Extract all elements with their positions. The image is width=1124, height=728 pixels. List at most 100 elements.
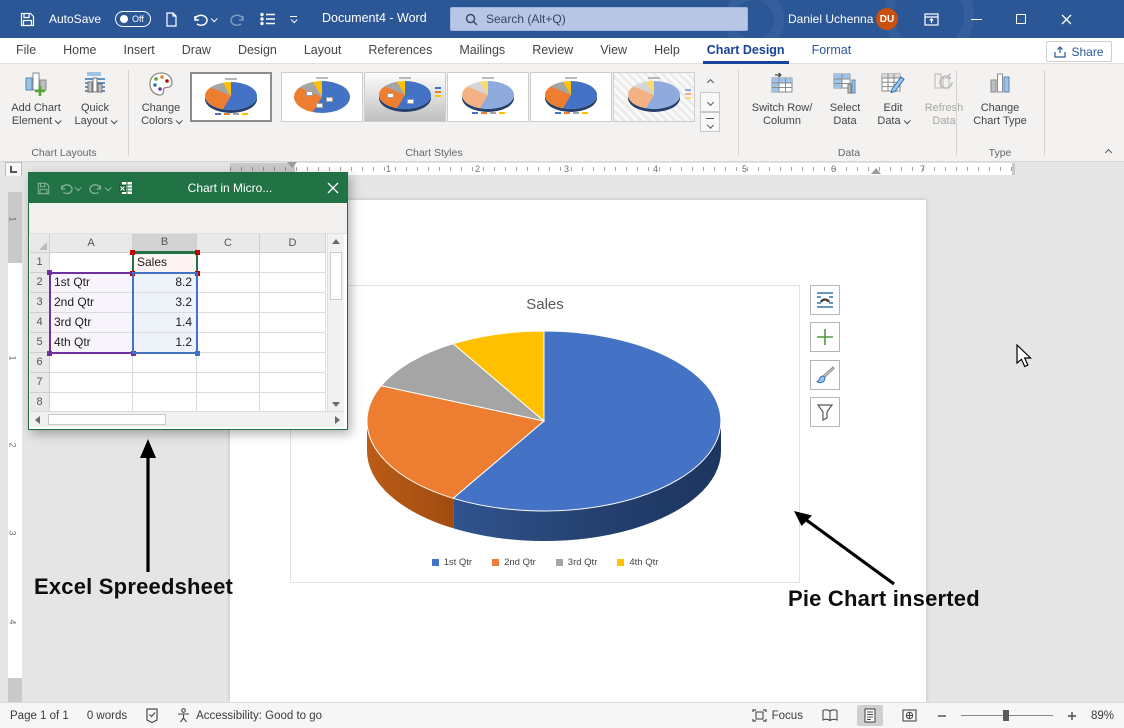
zoom-percentage[interactable]: 89% (1091, 710, 1114, 722)
excel-horizontal-scrollbar[interactable] (30, 411, 344, 427)
tab-insert[interactable]: Insert (124, 38, 155, 64)
chart-style-4-thumbnail[interactable] (447, 72, 529, 122)
cell-D5[interactable] (260, 333, 326, 353)
tab-design[interactable]: Design (238, 38, 277, 64)
cell-B4[interactable]: 1.4 (133, 313, 197, 333)
excel-close-icon[interactable] (327, 182, 339, 194)
excel-vertical-scrollbar[interactable] (327, 234, 344, 411)
column-header-c[interactable]: C (197, 234, 260, 253)
add-chart-element-button[interactable]: Add Chart Element (6, 68, 66, 146)
chart-style-3-thumbnail[interactable] (364, 72, 446, 122)
cell-B8[interactable] (133, 393, 197, 411)
chart-style-2-thumbnail[interactable] (281, 72, 363, 122)
row-header[interactable]: 3 (30, 293, 50, 313)
cell-D2[interactable] (260, 273, 326, 293)
tab-format[interactable]: Format (812, 38, 852, 64)
cell-D1[interactable] (260, 253, 326, 273)
cell-C4[interactable] (197, 313, 260, 333)
customize-qat-button[interactable] (290, 16, 297, 23)
maximize-button[interactable] (1000, 0, 1042, 38)
cell-B3[interactable]: 3.2 (133, 293, 197, 313)
chart-style-5-thumbnail[interactable] (530, 72, 612, 122)
undo-button[interactable] (192, 12, 216, 27)
cell-C2[interactable] (197, 273, 260, 293)
excel-grid[interactable]: 1 Sales 2 1st Qtr 8.2 3 2nd Qtr 3.2 4 3r… (30, 253, 327, 411)
save-icon[interactable] (20, 12, 35, 27)
select-all-corner[interactable] (30, 234, 50, 253)
bullet-list-icon[interactable] (260, 12, 276, 26)
tab-help[interactable]: Help (654, 38, 680, 64)
cell-B6[interactable] (133, 353, 197, 373)
cell-D8[interactable] (260, 393, 326, 411)
cell-A5[interactable]: 4th Qtr (50, 333, 133, 353)
cell-D3[interactable] (260, 293, 326, 313)
cell-D6[interactable] (260, 353, 326, 373)
close-button[interactable] (1045, 0, 1087, 38)
share-button[interactable]: Share (1046, 41, 1112, 62)
cell-C3[interactable] (197, 293, 260, 313)
tab-mailings[interactable]: Mailings (459, 38, 505, 64)
chart-elements-button[interactable] (810, 322, 840, 352)
cell-B5[interactable]: 1.2 (133, 333, 197, 353)
excel-title-bar[interactable]: Chart in Micro... (29, 173, 347, 203)
ribbon-display-options-button[interactable] (910, 0, 952, 38)
change-chart-type-button[interactable]: Change Chart Type (962, 68, 1038, 146)
tab-view[interactable]: View (600, 38, 627, 64)
cell-C8[interactable] (197, 393, 260, 411)
cell-D7[interactable] (260, 373, 326, 393)
chart-object[interactable]: Sales 1st Qtr 2nd Qtr 3rd Qtr 4th Qtr (290, 285, 800, 583)
chart-styles-button[interactable] (810, 360, 840, 390)
cell-A6[interactable] (50, 353, 133, 373)
chart-filters-button[interactable] (810, 397, 840, 427)
column-header-a[interactable]: A (50, 234, 133, 253)
row-header[interactable]: 8 (30, 393, 50, 411)
scrollbar-thumb[interactable] (330, 252, 342, 300)
column-header-d[interactable]: D (260, 234, 326, 253)
cell-C5[interactable] (197, 333, 260, 353)
quick-layout-button[interactable]: Quick Layout (68, 68, 122, 146)
edit-data-button[interactable]: Edit Data (870, 68, 916, 146)
row-header[interactable]: 1 (30, 253, 50, 273)
cell-B1[interactable]: Sales (133, 253, 197, 273)
zoom-slider-thumb[interactable] (1003, 710, 1009, 721)
chart-style-6-thumbnail[interactable] (613, 72, 695, 122)
read-mode-button[interactable] (817, 705, 843, 726)
column-header-b[interactable]: B (133, 234, 197, 253)
cell-A7[interactable] (50, 373, 133, 393)
cell-B2[interactable]: 8.2 (133, 273, 197, 293)
user-name[interactable]: Daniel Uchenna (788, 12, 873, 26)
print-layout-button[interactable] (857, 705, 883, 726)
excel-data-window[interactable]: Chart in Micro... A B C D 1 Sales 2 1st … (28, 172, 348, 430)
word-count[interactable]: 0 words (87, 710, 127, 722)
tab-review[interactable]: Review (532, 38, 573, 64)
collapse-ribbon-icon[interactable] (1105, 149, 1112, 156)
focus-mode-button[interactable]: Focus (752, 709, 803, 722)
avatar[interactable]: DU (876, 8, 898, 30)
zoom-out-button[interactable] (937, 711, 947, 721)
cell-C7[interactable] (197, 373, 260, 393)
new-document-icon[interactable] (165, 12, 178, 27)
tab-home[interactable]: Home (63, 38, 96, 64)
cell-B7[interactable] (133, 373, 197, 393)
accessibility-status[interactable]: Accessibility: Good to go (177, 708, 322, 723)
cell-A2[interactable]: 1st Qtr (50, 273, 133, 293)
cell-A4[interactable]: 3rd Qtr (50, 313, 133, 333)
cell-A8[interactable] (50, 393, 133, 411)
web-layout-button[interactable] (897, 705, 923, 726)
switch-row-column-button[interactable]: Switch Row/ Column (744, 68, 820, 146)
gallery-more-button[interactable] (700, 112, 720, 132)
gallery-scroll-up-button[interactable] (700, 72, 720, 92)
tab-draw[interactable]: Draw (182, 38, 211, 64)
search-input[interactable]: Search (Alt+Q) (450, 7, 748, 31)
layout-options-button[interactable] (810, 285, 840, 315)
zoom-in-button[interactable] (1067, 711, 1077, 721)
cell-C6[interactable] (197, 353, 260, 373)
proofing-icon[interactable] (145, 708, 159, 723)
right-indent-marker[interactable] (871, 168, 881, 174)
zoom-slider[interactable] (961, 715, 1053, 716)
row-header[interactable]: 6 (30, 353, 50, 373)
row-header[interactable]: 2 (30, 273, 50, 293)
cell-A3[interactable]: 2nd Qtr (50, 293, 133, 313)
first-line-indent-marker[interactable] (287, 162, 297, 168)
cell-D4[interactable] (260, 313, 326, 333)
